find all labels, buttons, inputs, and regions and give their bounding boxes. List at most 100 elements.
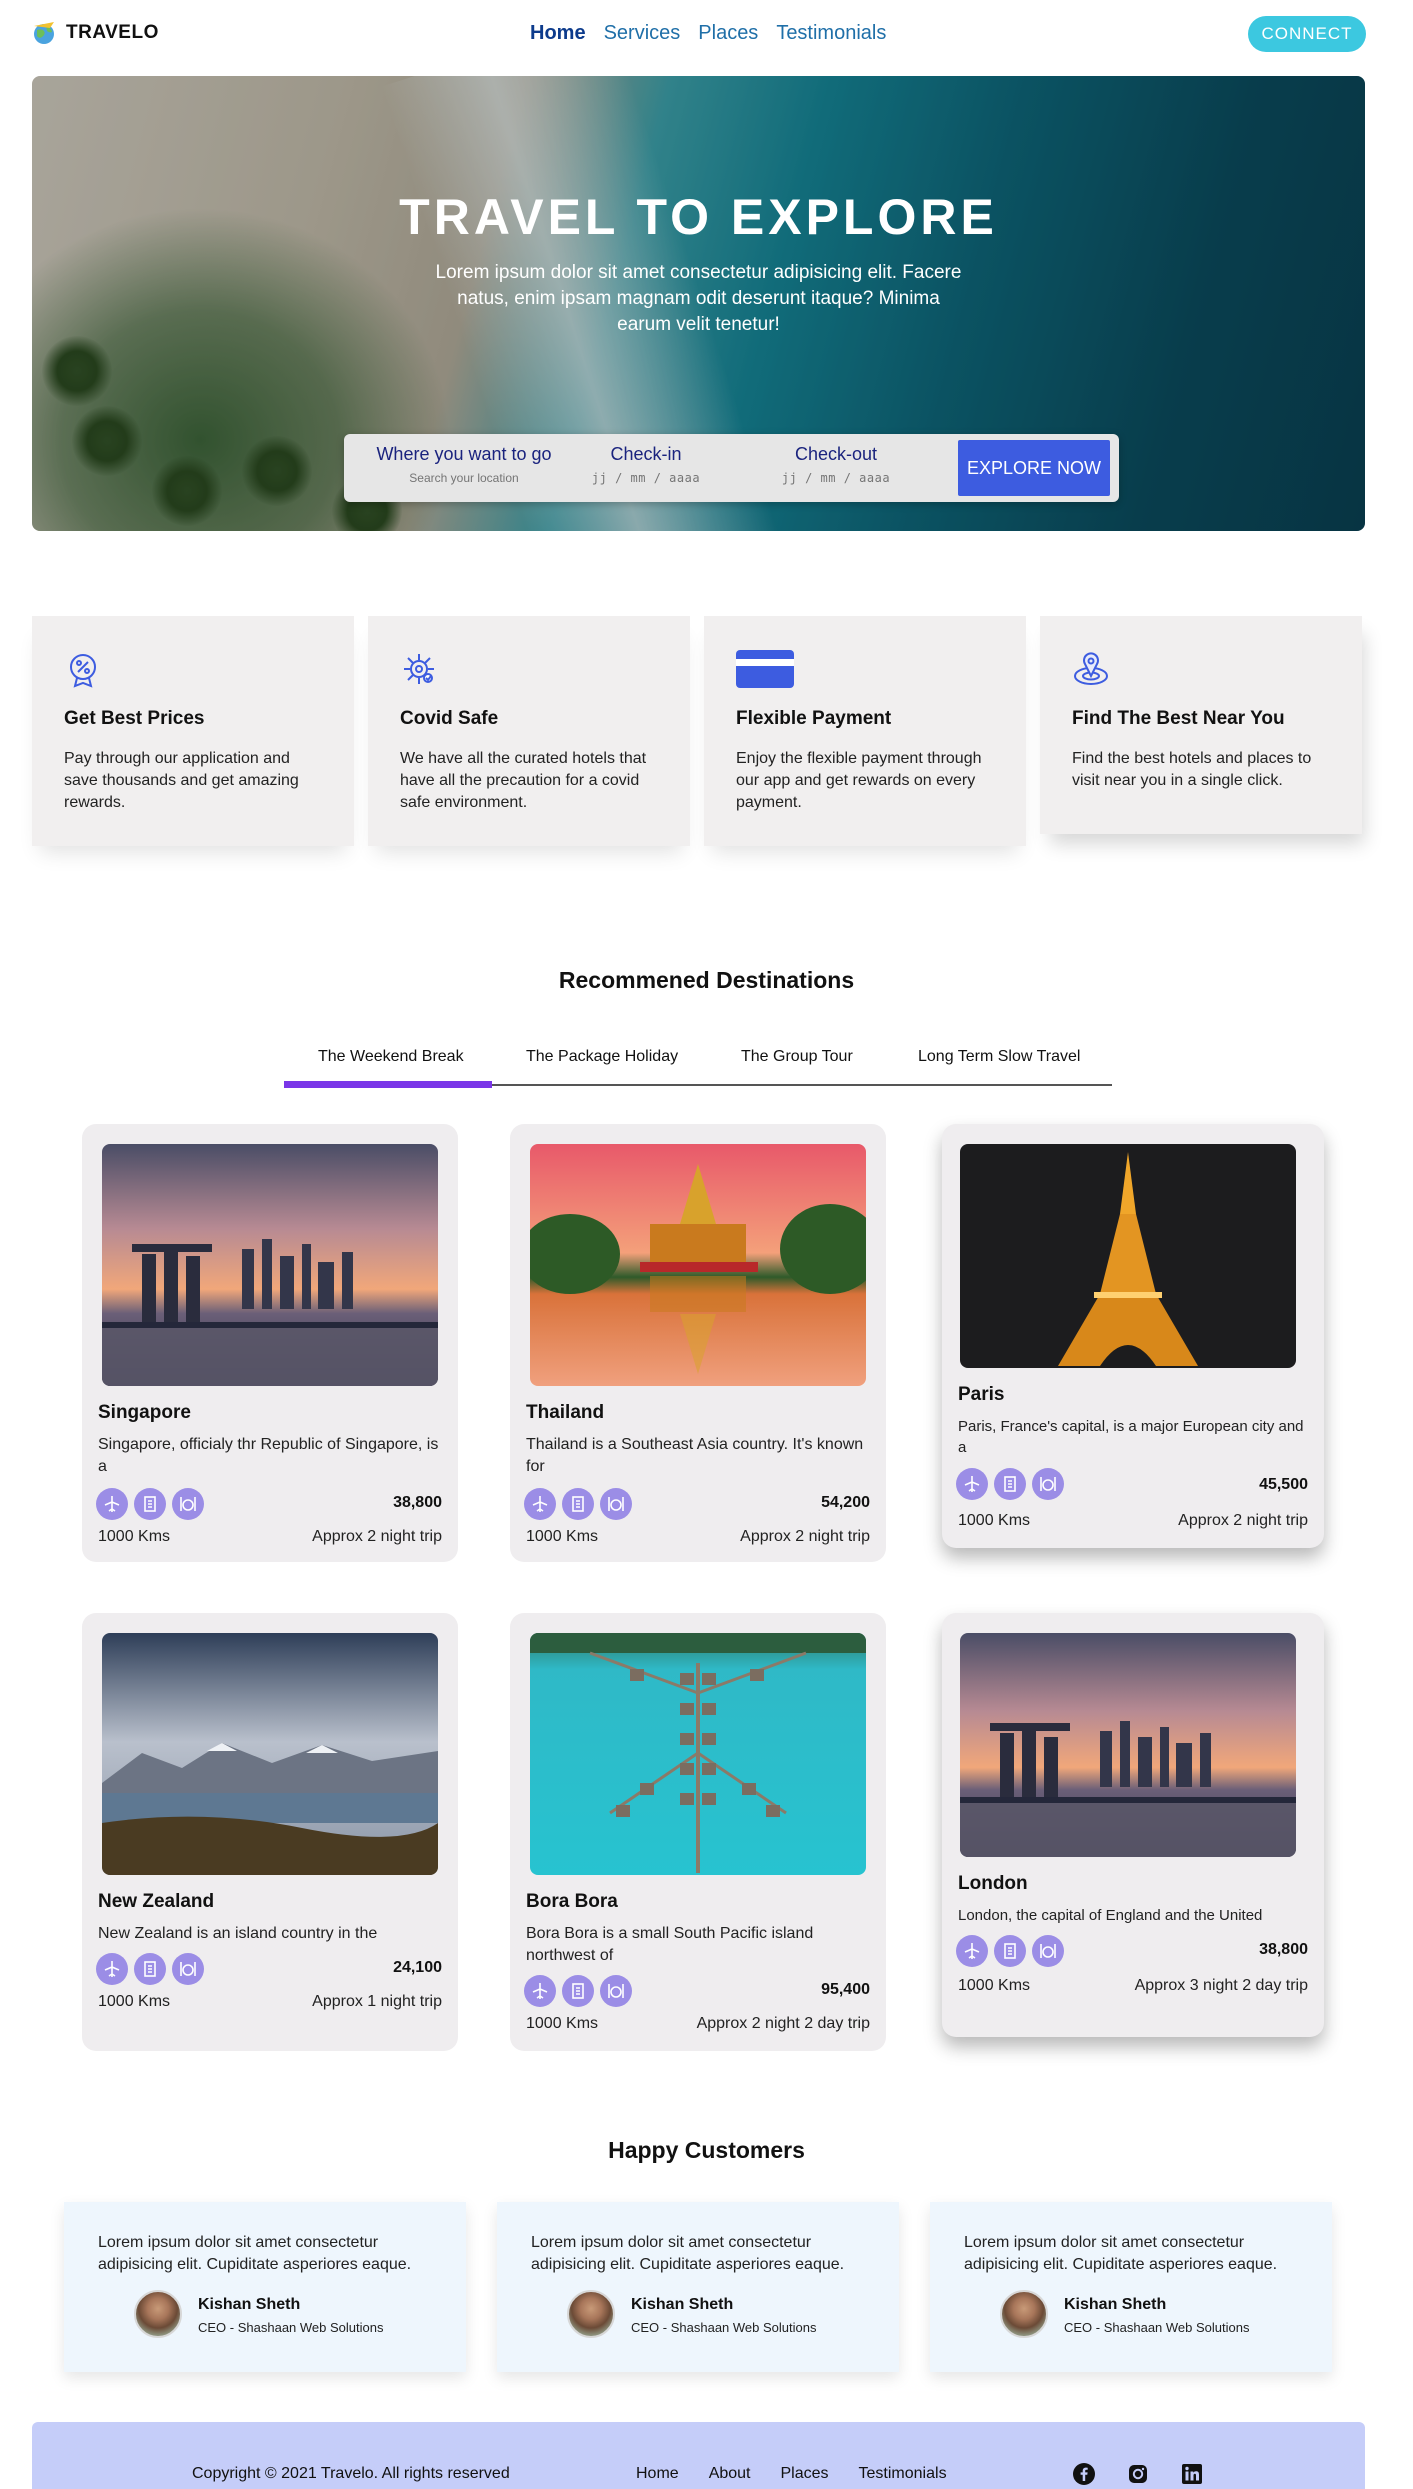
hotel-icon xyxy=(134,1488,166,1520)
amenity-icons xyxy=(96,1953,204,1985)
nav-link-testimonials[interactable]: Testimonials xyxy=(776,22,886,45)
destination-tabs: The Weekend Break The Package Holiday Th… xyxy=(284,1040,1112,1088)
feature-title: Flexible Payment xyxy=(736,708,892,729)
tab-weekend-break[interactable]: The Weekend Break xyxy=(318,1048,464,1066)
checkin-label: Check-in xyxy=(610,444,682,464)
credit-card-icon xyxy=(736,650,794,688)
testimonial-name: Kishan Sheth xyxy=(198,2296,301,2313)
feature-title: Get Best Prices xyxy=(64,708,205,729)
virus-icon xyxy=(404,654,434,684)
social-links xyxy=(1072,2462,1204,2486)
plane-icon xyxy=(524,1488,556,1520)
destination-name: Thailand xyxy=(526,1402,605,1423)
facebook-icon[interactable] xyxy=(1072,2462,1096,2486)
destination-trip-length: Approx 2 night trip xyxy=(740,1528,870,1545)
destination-input[interactable] xyxy=(364,471,564,485)
explore-now-button[interactable]: EXPLORE NOW xyxy=(958,440,1110,496)
destination-image-thailand xyxy=(530,1144,866,1386)
linkedin-icon[interactable] xyxy=(1180,2462,1204,2486)
food-icon xyxy=(1032,1468,1064,1500)
food-icon xyxy=(600,1488,632,1520)
plane-icon xyxy=(956,1935,988,1967)
amenity-icons xyxy=(96,1488,204,1520)
brand[interactable]: TRAVELO xyxy=(32,20,159,46)
feature-title: Covid Safe xyxy=(400,708,499,729)
footer-link-places[interactable]: Places xyxy=(781,2465,829,2483)
hotel-icon xyxy=(994,1935,1026,1967)
destination-field: Where you want to go xyxy=(364,444,564,485)
feature-text: Enjoy the flexible payment through our a… xyxy=(736,750,982,811)
testimonial-role: CEO - Shashaan Web Solutions xyxy=(631,2320,817,2335)
tab-group-tour[interactable]: The Group Tour xyxy=(741,1048,853,1066)
destination-name: New Zealand xyxy=(98,1891,215,1912)
nav-link-home[interactable]: Home xyxy=(530,22,586,45)
destination-description: Singapore, officialy thr Republic of Sin… xyxy=(98,1436,439,1475)
footer-link-home[interactable]: Home xyxy=(636,2465,679,2483)
feature-card-best-prices: Get Best Prices Pay through our applicat… xyxy=(32,616,354,846)
destination-card-london[interactable]: London London, the capital of England an… xyxy=(942,1613,1324,2037)
testimonial-role: CEO - Shashaan Web Solutions xyxy=(1064,2320,1250,2335)
destination-card-bora-bora[interactable]: Bora Bora Bora Bora is a small South Pac… xyxy=(510,1613,886,2051)
testimonial-card: Lorem ipsum dolor sit amet consectetur a… xyxy=(64,2202,466,2372)
amenity-icons xyxy=(956,1935,1064,1967)
destination-description: Bora Bora is a small South Pacific islan… xyxy=(526,1925,814,1964)
destination-image-london xyxy=(960,1633,1296,1857)
food-icon xyxy=(1032,1935,1064,1967)
plane-icon xyxy=(96,1488,128,1520)
destination-image-paris xyxy=(960,1144,1296,1368)
destination-price: 38,800 xyxy=(393,1494,442,1511)
food-icon xyxy=(600,1975,632,2007)
testimonial-card: Lorem ipsum dolor sit amet consectetur a… xyxy=(497,2202,899,2372)
instagram-icon[interactable] xyxy=(1126,2462,1150,2486)
destination-card-singapore[interactable]: Singapore Singapore, officialy thr Repub… xyxy=(82,1124,458,1562)
tab-package-holiday[interactable]: The Package Holiday xyxy=(526,1048,678,1066)
brand-name: TRAVELO xyxy=(66,22,159,43)
food-icon xyxy=(172,1953,204,1985)
hero-title: TRAVEL TO EXPLORE xyxy=(399,189,998,245)
location-pin-icon xyxy=(1074,652,1108,685)
testimonial-role: CEO - Shashaan Web Solutions xyxy=(198,2320,384,2335)
destination-price: 24,100 xyxy=(393,1959,442,1976)
destination-card-thailand[interactable]: Thailand Thailand is a Southeast Asia co… xyxy=(510,1124,886,1562)
testimonial-quote: Lorem ipsum dolor sit amet consectetur a… xyxy=(531,2234,845,2273)
checkin-field: Check-in xyxy=(576,444,716,485)
hero-banner: TRAVEL TO EXPLORE Lorem ipsum dolor sit … xyxy=(32,76,1365,531)
tab-long-term-slow-travel[interactable]: Long Term Slow Travel xyxy=(918,1048,1080,1066)
destination-image-new-zealand xyxy=(102,1633,438,1875)
destination-price: 38,800 xyxy=(1259,1941,1308,1958)
footer-link-testimonials[interactable]: Testimonials xyxy=(859,2465,947,2483)
plane-icon xyxy=(524,1975,556,2007)
destination-image-bora-bora xyxy=(530,1633,866,1875)
active-tab-indicator xyxy=(284,1081,492,1088)
copyright-text: Copyright © 2021 Travelo. All rights res… xyxy=(192,2465,510,2482)
nav-links: Home Services Places Testimonials xyxy=(530,22,886,45)
destination-price: 54,200 xyxy=(821,1494,870,1511)
feature-text: We have all the curated hotels that have… xyxy=(400,750,647,811)
checkout-date-input[interactable] xyxy=(766,471,906,485)
destination-description: Thailand is a Southeast Asia country. It… xyxy=(526,1436,864,1475)
destination-description: Paris, France's capital, is a major Euro… xyxy=(958,1418,1304,1456)
destination-name: Bora Bora xyxy=(526,1891,618,1912)
destination-distance: 1000 Kms xyxy=(526,2015,599,2032)
connect-button[interactable]: CONNECT xyxy=(1248,16,1366,52)
avatar xyxy=(1000,2290,1048,2338)
nav-link-services[interactable]: Services xyxy=(604,22,681,45)
footer-link-about[interactable]: About xyxy=(709,2465,751,2483)
checkin-date-input[interactable] xyxy=(576,471,716,485)
plane-icon xyxy=(96,1953,128,1985)
top-nav: TRAVELO Home Services Places Testimonial… xyxy=(0,0,1413,70)
destination-label: Where you want to go xyxy=(376,444,552,464)
destination-card-new-zealand[interactable]: New Zealand New Zealand is an island cou… xyxy=(82,1613,458,2051)
hotel-icon xyxy=(562,1488,594,1520)
food-icon xyxy=(172,1488,204,1520)
nav-link-places[interactable]: Places xyxy=(698,22,758,45)
destination-name: Paris xyxy=(958,1384,1005,1405)
hotel-icon xyxy=(562,1975,594,2007)
checkout-field: Check-out xyxy=(766,444,906,485)
destination-card-paris[interactable]: Paris Paris, France's capital, is a majo… xyxy=(942,1124,1324,1548)
search-bar: Where you want to go Check-in Check-out … xyxy=(344,434,1119,502)
feature-text: Pay through our application and save tho… xyxy=(64,750,299,811)
destination-image-singapore xyxy=(102,1144,438,1386)
avatar xyxy=(134,2290,182,2338)
feature-title: Find The Best Near You xyxy=(1072,708,1285,729)
